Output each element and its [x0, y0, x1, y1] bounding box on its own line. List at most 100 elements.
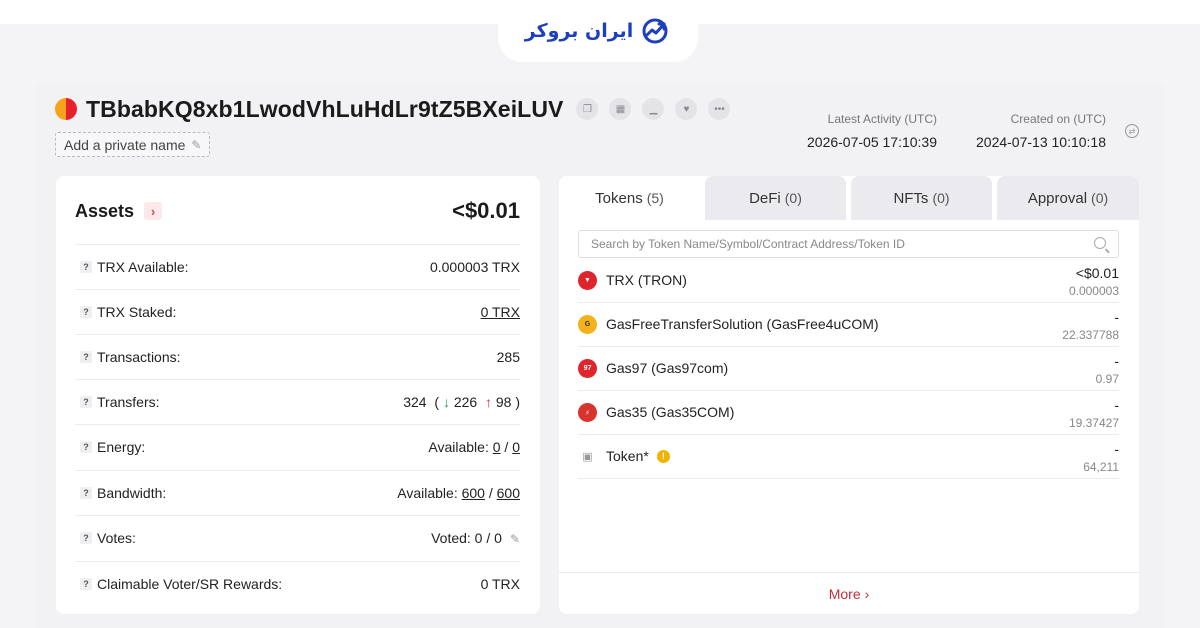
address-header: TBbabKQ8xb1LwodVhLuHdLr9tZ5BXeiLUV ❐ ▦ ▁…: [55, 94, 731, 124]
token-name: GasFreeTransferSolution (GasFree4uCOM): [606, 316, 879, 332]
tab-approval[interactable]: Approval (0): [997, 176, 1139, 220]
token-row-gasfree[interactable]: G GasFreeTransferSolution (GasFree4uCOM)…: [578, 303, 1119, 347]
token-amount: 19.37427: [1068, 416, 1119, 430]
token-name: Gas35 (Gas35COM): [606, 404, 735, 420]
arrow-down-icon: ↓: [442, 394, 450, 410]
chart-growth-icon: [642, 18, 668, 44]
token-row-gas35[interactable]: ⚡ Gas35 (Gas35COM) - 19.37427: [578, 391, 1119, 435]
transfers-out: 98: [495, 394, 512, 410]
energy-used-link[interactable]: 0: [493, 439, 501, 455]
bandwidth-prefix: Available:: [397, 485, 458, 501]
assets-header: Assets › <$0.01: [75, 198, 520, 224]
asset-value: 0.000003 TRX: [429, 259, 520, 275]
assets-total: <$0.01: [452, 198, 520, 223]
asset-row-trx-available: ? TRX Available: 0.000003 TRX: [75, 244, 520, 289]
energy-total-link[interactable]: 0: [512, 439, 520, 455]
asset-row-claimable-rewards: ? Claimable Voter/SR Rewards: 0 TRX: [75, 561, 520, 606]
favorite-heart-icon[interactable]: ♥: [675, 98, 698, 120]
energy-value: Available: 0 / 0: [428, 439, 520, 455]
assets-card: Assets › <$0.01 ? TRX Available: 0.000003…: [56, 176, 540, 614]
vote-edit-icon[interactable]: ✎: [510, 532, 520, 546]
bandwidth-total-link[interactable]: 600: [497, 485, 520, 501]
tab-count: (5): [646, 190, 664, 206]
more-label: More: [828, 585, 861, 602]
help-icon[interactable]: ?: [80, 532, 92, 544]
help-icon[interactable]: ?: [80, 441, 92, 453]
chevron-right-icon: ›: [864, 585, 870, 602]
timezone-switch-icon[interactable]: ⇄: [1125, 124, 1139, 138]
logo-text: ایران بروکر: [524, 20, 634, 42]
assets-title[interactable]: Assets ›: [75, 200, 163, 222]
help-icon[interactable]: ?: [80, 306, 92, 318]
assets-title-text: Assets: [75, 200, 135, 221]
gas97-logo-icon: 97: [578, 359, 597, 378]
site-logo[interactable]: ایران بروکر: [498, 0, 698, 62]
trx-staked-link[interactable]: 0 TRX: [481, 304, 520, 320]
help-icon[interactable]: ?: [80, 487, 92, 499]
help-icon[interactable]: ?: [80, 351, 92, 363]
bandwidth-value: Available: 600 / 600: [397, 485, 520, 501]
token-row-gas97[interactable]: 97 Gas97 (Gas97com) - 0.97: [578, 347, 1119, 391]
token-value: -: [1114, 309, 1119, 325]
help-icon[interactable]: ?: [80, 578, 92, 590]
asset-row-bandwidth: ? Bandwidth: Available: 600 / 600: [75, 470, 520, 515]
token-row-unknown[interactable]: ▣ Token*! - 64,211: [578, 435, 1119, 479]
gas35-logo-icon: ⚡: [578, 403, 597, 422]
transfers-in: 226: [453, 394, 478, 410]
created-on-label: Created on (UTC): [1010, 112, 1106, 126]
add-private-name-button[interactable]: Add a private name ✎: [55, 132, 211, 157]
address-actions: ❐ ▦ ▁ ♥ •••: [576, 98, 731, 120]
qrcode-icon[interactable]: ▦: [609, 98, 632, 120]
arrow-up-icon: ↑: [484, 394, 492, 410]
token-row-trx[interactable]: ▼ TRX (TRON) <$0.01 0.000003: [578, 259, 1119, 303]
latest-activity-label: Latest Activity (UTC): [827, 112, 937, 126]
energy-prefix: Available:: [428, 439, 489, 455]
token-value: -: [1114, 397, 1119, 413]
tab-label: Approval: [1027, 189, 1088, 207]
gasfree-logo-icon: G: [578, 315, 597, 334]
chevron-right-icon[interactable]: ›: [144, 202, 163, 220]
more-options-icon[interactable]: •••: [708, 98, 731, 120]
tab-defi[interactable]: DeFi (0): [705, 176, 846, 220]
transfers-total: 324: [403, 394, 427, 410]
tab-count: (0): [784, 190, 802, 206]
token-search-input[interactable]: Search by Token Name/Symbol/Contract Add…: [578, 230, 1119, 258]
copy-icon[interactable]: ❐: [576, 98, 599, 120]
search-placeholder: Search by Token Name/Symbol/Contract Add…: [591, 237, 905, 251]
votes-text: Voted: 0 / 0: [431, 530, 502, 546]
tab-nfts[interactable]: NFTs (0): [851, 176, 992, 220]
asset-label: TRX Available:: [97, 259, 189, 275]
help-icon[interactable]: ?: [80, 396, 92, 408]
token-name-wrap: Token*!: [606, 448, 670, 464]
help-icon[interactable]: ?: [80, 261, 92, 273]
token-name: Token*: [606, 448, 649, 464]
asset-row-trx-staked: ? TRX Staked: 0 TRX: [75, 289, 520, 334]
token-name: Gas97 (Gas97com): [606, 360, 729, 376]
asset-row-votes: ? Votes: Voted: 0 / 0 ✎: [75, 515, 520, 560]
bandwidth-used-link[interactable]: 600: [462, 485, 485, 501]
warning-icon[interactable]: !: [656, 449, 670, 463]
cube-icon: ▣: [578, 447, 597, 466]
token-value: -: [1114, 353, 1119, 369]
analytics-icon[interactable]: ▁: [642, 98, 665, 120]
tokens-card: Tokens (5) DeFi (0) NFTs (0) Approval (0) Se…: [559, 176, 1139, 614]
asset-label: Bandwidth:: [97, 485, 167, 501]
tab-tokens[interactable]: Tokens (5): [559, 176, 700, 220]
tab-label: DeFi: [749, 189, 781, 207]
transfers-value: 324 ( ↓ 226 ↑ 98 ): [403, 394, 520, 410]
token-amount: 64,211: [1083, 460, 1119, 474]
more-link[interactable]: More ›: [559, 572, 1139, 614]
latest-activity: Latest Activity (UTC) 2026-07-05 17:10:3…: [807, 112, 937, 150]
asset-row-energy: ? Energy: Available: 0 / 0: [75, 424, 520, 469]
private-name-label: Add a private name: [64, 136, 186, 153]
created-on: Created on (UTC) 2024-07-13 10:10:18: [976, 112, 1106, 150]
asset-row-transactions: ? Transactions: 285: [75, 334, 520, 379]
token-amount: 0.97: [1095, 372, 1119, 386]
tab-count: (0): [1091, 190, 1109, 206]
search-icon[interactable]: [1094, 237, 1106, 249]
tab-count: (0): [932, 190, 950, 206]
asset-value: 285: [496, 349, 520, 365]
tab-label: Tokens: [595, 189, 643, 207]
tab-label: NFTs: [893, 189, 929, 207]
token-amount: 22.337788: [1062, 328, 1119, 342]
